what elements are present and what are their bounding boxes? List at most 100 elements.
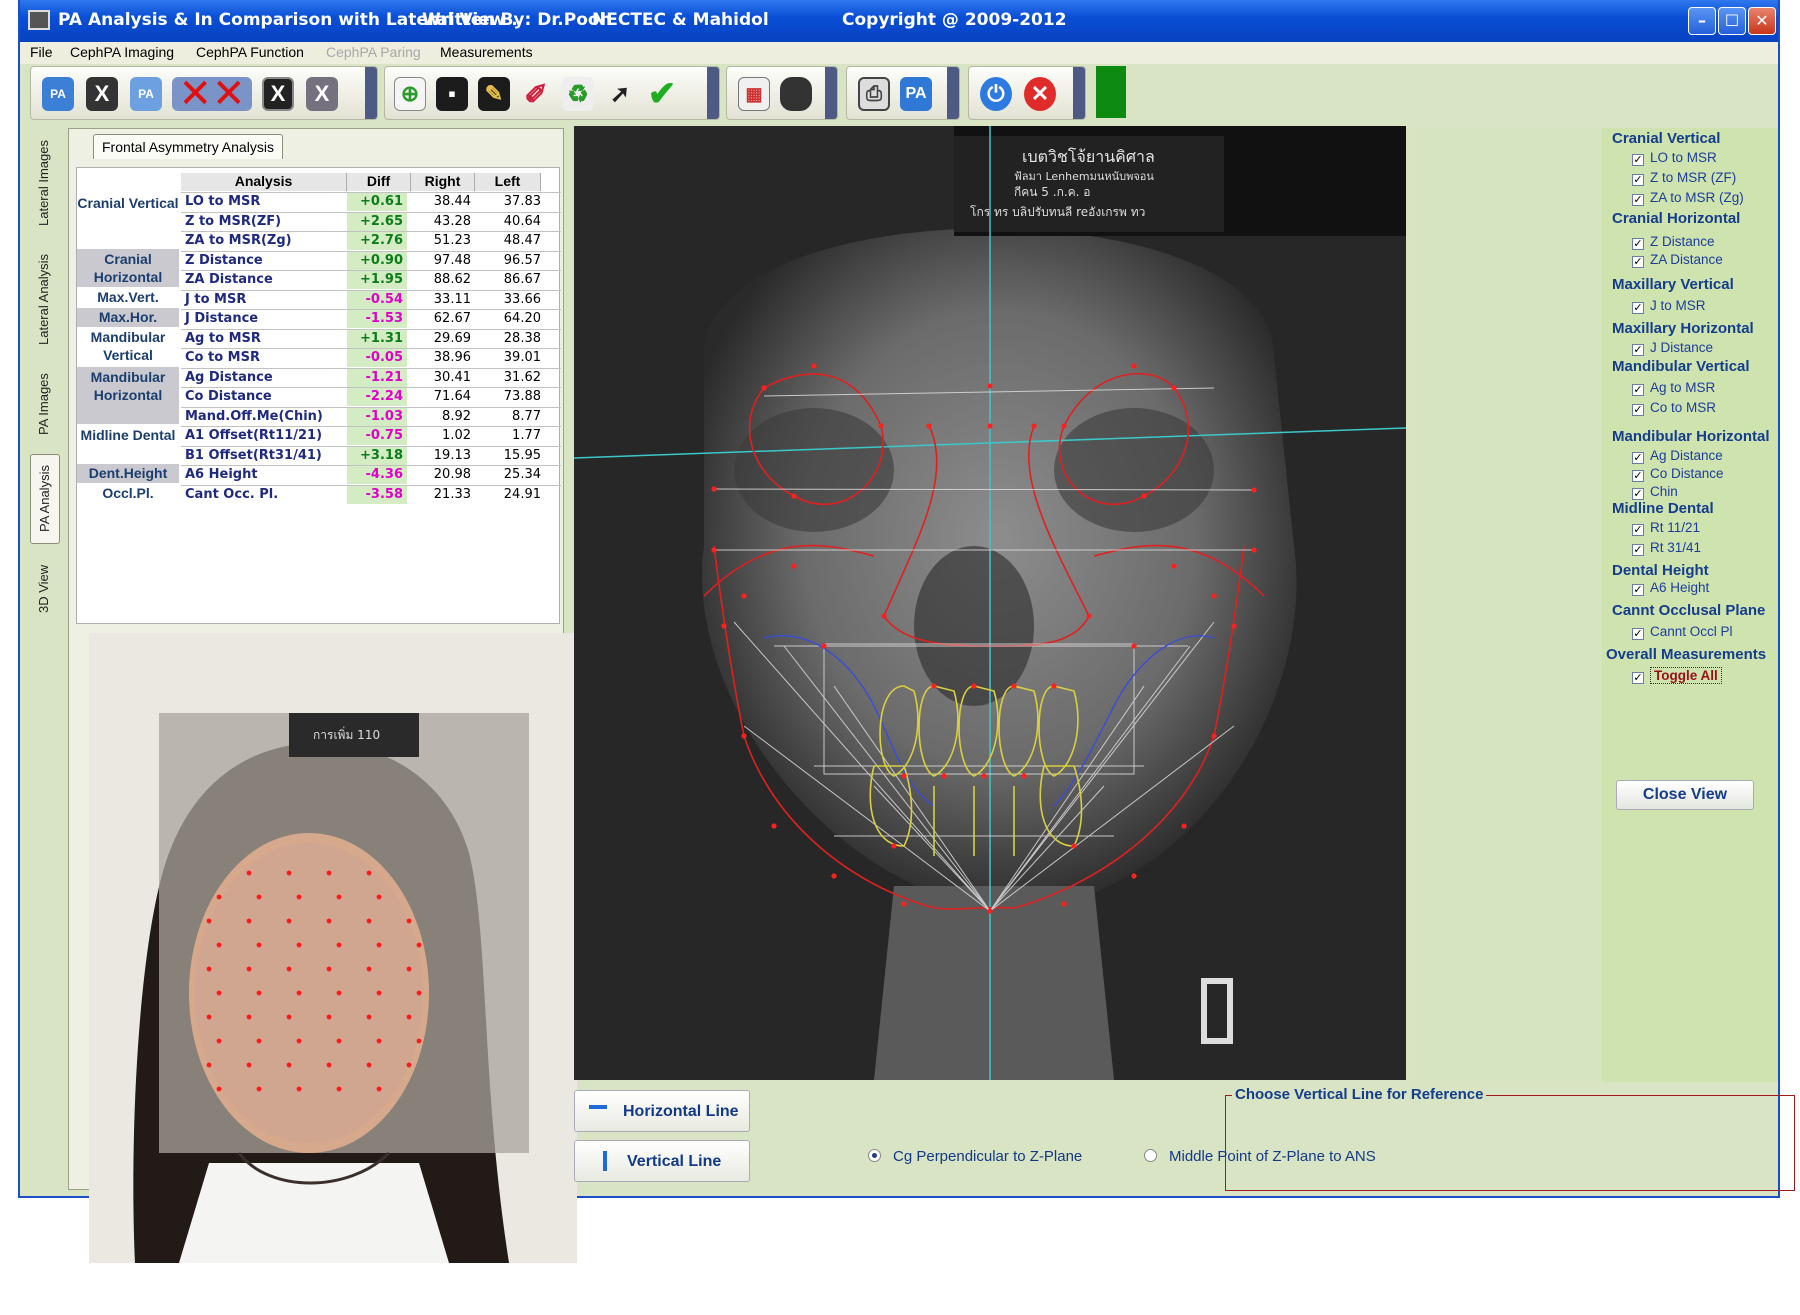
landmark-dot[interactable] (1131, 873, 1137, 879)
face-landmark-dot[interactable] (406, 966, 412, 972)
landmark-dot[interactable] (901, 773, 907, 779)
face-landmark-dot[interactable] (336, 942, 342, 948)
landmark-dot[interactable] (971, 683, 977, 689)
face-landmark-dot[interactable] (286, 1014, 292, 1020)
face-landmark-dot[interactable] (246, 918, 252, 924)
measurement-checkbox[interactable]: ✓ J to MSR (1632, 298, 1706, 314)
measurement-checkbox[interactable]: ✓ Chin (1632, 484, 1678, 500)
face-landmark-dot[interactable] (216, 1038, 222, 1044)
minimize-button[interactable]: – (1688, 7, 1716, 35)
face-landmark-dot[interactable] (336, 1038, 342, 1044)
close-button[interactable]: ✕ (1748, 7, 1776, 35)
measurement-checkbox[interactable]: ✓ Toggle All (1632, 667, 1722, 684)
landmark-dot[interactable] (791, 563, 797, 569)
face-landmark-dot[interactable] (376, 1038, 382, 1044)
face-landmark-dot[interactable] (406, 918, 412, 924)
title-bar[interactable]: PA Analysis & In Comparison with Lateral… (20, 0, 1778, 42)
landmark-dot[interactable] (821, 643, 827, 649)
landmark-dot[interactable] (1251, 547, 1257, 553)
power-button[interactable]: ⏻ (977, 75, 1015, 113)
face-landmark-dot[interactable] (246, 870, 252, 876)
table-row[interactable]: B1 Offset(Rt31/41) +3.18 19.13 15.95 (181, 445, 561, 465)
check-box[interactable]: ✓ (1632, 628, 1644, 640)
landmark-dot[interactable] (1061, 423, 1067, 429)
landmark-dot[interactable] (881, 613, 887, 619)
face-landmark-dot[interactable] (376, 942, 382, 948)
database-button[interactable] (777, 75, 815, 113)
recycle-button[interactable]: ♻ (559, 75, 597, 113)
face-landmark-dot[interactable] (206, 918, 212, 924)
measurement-checkbox[interactable]: ✓ Ag Distance (1632, 448, 1723, 464)
confirm-button[interactable]: ✔ (643, 75, 681, 113)
measurement-checkbox[interactable]: ✓ Co Distance (1632, 466, 1724, 482)
face-landmark-dot[interactable] (326, 918, 332, 924)
table-row[interactable]: Co Distance -2.24 71.64 73.88 (181, 387, 561, 406)
face-landmark-dot[interactable] (296, 1086, 302, 1092)
face-landmark-dot[interactable] (206, 1014, 212, 1020)
table-row[interactable]: Cant Occ. Pl. -3.58 21.33 24.91 (181, 484, 561, 504)
landmark-dot[interactable] (1171, 385, 1177, 391)
face-landmark-dot[interactable] (296, 990, 302, 996)
landmark-dot[interactable] (981, 773, 987, 779)
face-landmark-dot[interactable] (256, 990, 262, 996)
face-landmark-dot[interactable] (216, 894, 222, 900)
measurement-checkbox[interactable]: ✓ Rt 11/21 (1632, 520, 1700, 536)
pa-person-button[interactable]: PA (127, 75, 165, 113)
landmark-dot[interactable] (1011, 683, 1017, 689)
face-landmark-dot[interactable] (216, 1086, 222, 1092)
pointer-button[interactable]: ➚ (601, 75, 639, 113)
check-box[interactable]: ✓ (1632, 488, 1644, 500)
measurement-checkbox[interactable]: ✓ LO to MSR (1632, 150, 1717, 166)
table-row[interactable]: A6 Height -4.36 20.98 25.34 (181, 465, 561, 484)
landmark-dot[interactable] (1141, 493, 1147, 499)
landmark-dot[interactable] (941, 773, 947, 779)
measurement-checkbox[interactable]: ✓ ZA to MSR (Zg) (1632, 190, 1744, 206)
face-landmark-dot[interactable] (406, 1062, 412, 1068)
face-landmark-dot[interactable] (296, 942, 302, 948)
check-box[interactable]: ✓ (1632, 470, 1644, 482)
check-box[interactable]: ✓ (1632, 524, 1644, 536)
landmark-dot[interactable] (811, 363, 817, 369)
check-box[interactable]: ✓ (1632, 154, 1644, 166)
face-landmark-dot[interactable] (326, 1014, 332, 1020)
landmark-dot[interactable] (1251, 487, 1257, 493)
check-box[interactable]: ✓ (1632, 404, 1644, 416)
face-landmark-dot[interactable] (246, 1062, 252, 1068)
face-landmark-dot[interactable] (256, 1086, 262, 1092)
horizontal-line-button[interactable]: Horizontal Line (574, 1090, 750, 1132)
check-box[interactable]: ✓ (1632, 544, 1644, 556)
landmark-dot[interactable] (987, 423, 993, 429)
check-box[interactable]: ✓ (1632, 584, 1644, 596)
measurement-checkbox[interactable]: ✓ ZA Distance (1632, 252, 1723, 268)
measurement-checkbox[interactable]: ✓ Z Distance (1632, 234, 1715, 250)
landmark-dot[interactable] (711, 547, 717, 553)
open-button[interactable]: ⊕ (391, 75, 429, 113)
radio-button-unselected[interactable] (1144, 1149, 1157, 1162)
face-landmark-dot[interactable] (366, 870, 372, 876)
measurement-checkbox[interactable]: ✓ Ag to MSR (1632, 380, 1715, 396)
toolbar-grip[interactable] (707, 67, 719, 119)
face-landmark-dot[interactable] (206, 1062, 212, 1068)
tab-pa-images[interactable]: PA Images (30, 362, 60, 446)
radio-button-selected[interactable] (868, 1149, 881, 1162)
table-row[interactable]: Ag to MSR +1.31 29.69 28.38 (181, 328, 561, 348)
face-landmark-dot[interactable] (416, 990, 422, 996)
landmark-dot[interactable] (711, 486, 717, 492)
landmark-dot[interactable] (1071, 843, 1077, 849)
face-landmark-dot[interactable] (326, 1062, 332, 1068)
check-box[interactable]: ✓ (1632, 256, 1644, 268)
landmark-dot[interactable] (1131, 643, 1137, 649)
check-box[interactable]: ✓ (1632, 174, 1644, 186)
face-landmark-dot[interactable] (256, 1038, 262, 1044)
face-landmark-dot[interactable] (336, 1086, 342, 1092)
landmark-dot[interactable] (741, 593, 747, 599)
face-landmark-dot[interactable] (286, 870, 292, 876)
landmark-dot[interactable] (878, 423, 884, 429)
maximize-button[interactable]: ☐ (1718, 7, 1746, 35)
print-button[interactable]: ⎙ (855, 75, 893, 113)
radio-cg-perpendicular[interactable]: Cg Perpendicular to Z-Plane (868, 1148, 1082, 1165)
check-box[interactable]: ✓ (1632, 344, 1644, 356)
table-row[interactable]: A1 Offset(Rt11/21) -0.75 1.02 1.77 (181, 426, 561, 445)
chart-button[interactable]: ▦ (735, 75, 773, 113)
measurement-checkbox[interactable]: ✓ Co to MSR (1632, 400, 1716, 416)
